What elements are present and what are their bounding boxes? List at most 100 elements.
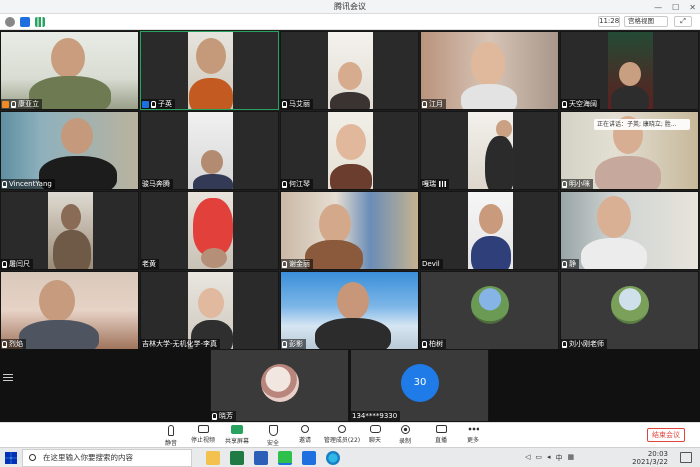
microphone-icon	[282, 100, 287, 108]
window-title: 腾讯会议	[334, 2, 366, 11]
microphone-icon	[282, 260, 287, 268]
microphone-icon	[562, 260, 567, 268]
shield-icon	[268, 425, 278, 436]
taskbar-clock[interactable]: 20:03 2021/3/22	[632, 450, 668, 466]
video-tile[interactable]: 晓芳	[210, 349, 349, 422]
window-controls: — ☐ ✕	[654, 0, 696, 14]
video-tile[interactable]: VincentYang	[0, 111, 139, 190]
volume-icon[interactable]: ◁	[525, 453, 530, 463]
notification-icon[interactable]	[680, 452, 692, 463]
participant-name: 彭影	[281, 339, 306, 349]
info-icon[interactable]	[5, 17, 15, 27]
microphone-icon	[562, 100, 567, 108]
edge-browser-icon[interactable]	[326, 451, 340, 465]
microphone-icon	[282, 340, 287, 348]
participant-name: 天空海阔	[561, 99, 600, 109]
taskbar-search-input[interactable]: 在这里输入你要搜索的内容	[22, 449, 192, 467]
participant-name: 江月	[421, 99, 446, 109]
end-meeting-button[interactable]: 结束会议	[647, 428, 685, 442]
more-button[interactable]: 更多	[456, 425, 490, 444]
microphone-icon	[2, 180, 7, 188]
record-button[interactable]: 录制	[388, 425, 422, 445]
participant-name: 骏马奔腾	[141, 179, 173, 189]
video-tile[interactable]: 屠闫尺	[0, 191, 139, 270]
video-tile[interactable]: 烈焰	[0, 271, 139, 350]
stop-video-button[interactable]: 停止视频	[186, 425, 220, 444]
speaker-icon[interactable]: ◂	[547, 453, 551, 463]
video-tile[interactable]: 刘小刚老师	[560, 271, 699, 350]
avatar	[261, 364, 299, 402]
speaking-indicator: 正在讲话：子英; 康晓立; 胜...	[594, 119, 690, 130]
video-tile[interactable]: 马艾丽	[280, 31, 419, 110]
avatar	[471, 286, 509, 324]
video-tile[interactable]: 彭影	[280, 271, 419, 350]
member-list-icon[interactable]	[3, 374, 13, 383]
video-tile[interactable]: 30 134****9330	[350, 349, 489, 422]
invite-button[interactable]: 邀请	[288, 425, 322, 444]
grid-icon[interactable]: ▦	[568, 453, 575, 463]
participant-name: 柏树	[421, 339, 446, 349]
more-icon	[467, 425, 479, 433]
manage-members-button[interactable]: 管理成员(22)	[322, 425, 362, 444]
participant-name: 屠闫尺	[1, 259, 33, 269]
microphone-icon	[2, 340, 7, 348]
video-tile[interactable]: Devil	[420, 191, 559, 270]
meeting-duration: 11:28	[598, 16, 620, 27]
participant-name: 134****9330	[351, 411, 401, 421]
participant-name: 谢金丽	[281, 259, 313, 269]
participant-name: 何江琴	[281, 179, 313, 189]
tencent-meeting-icon[interactable]	[302, 451, 316, 465]
word-icon[interactable]	[254, 451, 268, 465]
video-tile[interactable]: 吉林大学-无机化学-李真	[140, 271, 279, 350]
video-grid: 康亚立 子英 马艾丽 江月 天空海阔 VincentYang 骏马奔腾 何江琴 …	[0, 31, 700, 350]
ime-indicator[interactable]: 中	[556, 453, 563, 463]
video-tile[interactable]: 天空海阔	[560, 31, 699, 110]
participant-name: VincentYang	[1, 179, 55, 189]
participant-name: 老黄	[141, 259, 159, 269]
video-tile[interactable]: 嘎瑞	[420, 111, 559, 190]
chat-button[interactable]: 聊天	[358, 425, 392, 444]
wechat-icon[interactable]	[278, 451, 292, 465]
live-button[interactable]: 直播	[424, 425, 458, 444]
shield-icon[interactable]	[20, 17, 30, 27]
view-mode-button[interactable]: 宫格视图	[624, 16, 668, 27]
file-explorer-icon[interactable]	[206, 451, 220, 465]
title-bar: 腾讯会议 — ☐ ✕	[0, 0, 700, 14]
windows-taskbar: 在这里输入你要搜索的内容 ◁ ▭ ◂ 中 ▦ 20:03 2021/3/22	[0, 447, 700, 467]
participant-name: 马艾丽	[281, 99, 313, 109]
participant-name: 嘎瑞	[421, 179, 449, 189]
system-tray: ◁ ▭ ◂ 中 ▦	[525, 453, 574, 463]
camera-icon	[197, 425, 209, 433]
fullscreen-button[interactable]: ⤢	[674, 16, 692, 27]
excel-icon[interactable]	[230, 451, 244, 465]
network-icon[interactable]: ▭	[535, 453, 542, 463]
minimize-icon[interactable]: —	[654, 3, 662, 12]
members-icon	[338, 425, 346, 433]
video-tile[interactable]: 何江琴	[280, 111, 419, 190]
maximize-icon[interactable]: ☐	[672, 3, 679, 12]
microphone-icon	[562, 340, 567, 348]
signal-icon[interactable]	[35, 17, 45, 27]
microphone-icon	[168, 425, 174, 436]
share-screen-button[interactable]: 共享屏幕	[220, 425, 254, 445]
close-icon[interactable]: ✕	[689, 3, 696, 12]
video-tile[interactable]: 江月	[420, 31, 559, 110]
invite-icon	[301, 425, 309, 433]
video-tile[interactable]: 静	[560, 191, 699, 270]
avatar: 30	[401, 364, 439, 402]
video-tile[interactable]: 康亚立	[0, 31, 139, 110]
security-button[interactable]: 安全	[256, 425, 290, 447]
search-icon	[29, 454, 36, 461]
video-tile[interactable]: 骏马奔腾	[140, 111, 279, 190]
mute-button[interactable]: 静音	[154, 425, 188, 447]
windows-start-icon[interactable]	[5, 452, 17, 464]
video-tile[interactable]: 柏树	[420, 271, 559, 350]
video-tile[interactable]: 老黄	[140, 191, 279, 270]
microphone-icon	[422, 100, 427, 108]
microphone-icon	[562, 180, 567, 188]
meeting-toolbar: 静音 停止视频 共享屏幕 安全 邀请 管理成员(22) 聊天 录制 直播 更多 …	[0, 422, 700, 447]
video-tile[interactable]: 子英	[140, 31, 279, 110]
record-icon	[400, 425, 410, 434]
video-tile[interactable]: 谢金丽	[280, 191, 419, 270]
meeting-status-bar: 11:28 宫格视图 ⤢	[0, 14, 700, 30]
